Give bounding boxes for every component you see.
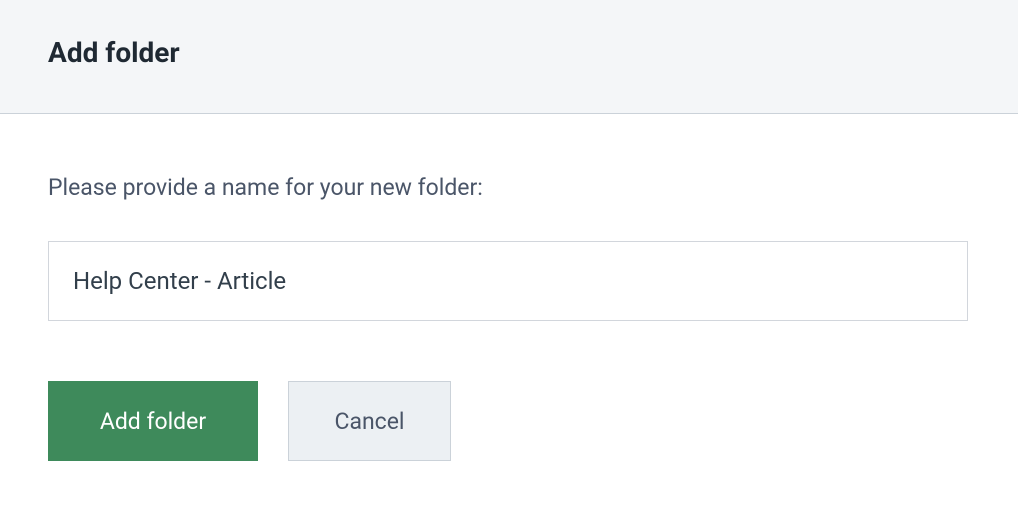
dialog-title: Add folder — [48, 36, 970, 69]
button-row: Add folder Cancel — [48, 381, 970, 461]
cancel-button[interactable]: Cancel — [288, 381, 451, 461]
folder-name-input[interactable] — [48, 241, 968, 321]
dialog-header: Add folder — [0, 0, 1018, 114]
add-folder-button[interactable]: Add folder — [48, 381, 258, 461]
folder-name-label: Please provide a name for your new folde… — [48, 174, 970, 201]
dialog-body: Please provide a name for your new folde… — [0, 114, 1018, 501]
